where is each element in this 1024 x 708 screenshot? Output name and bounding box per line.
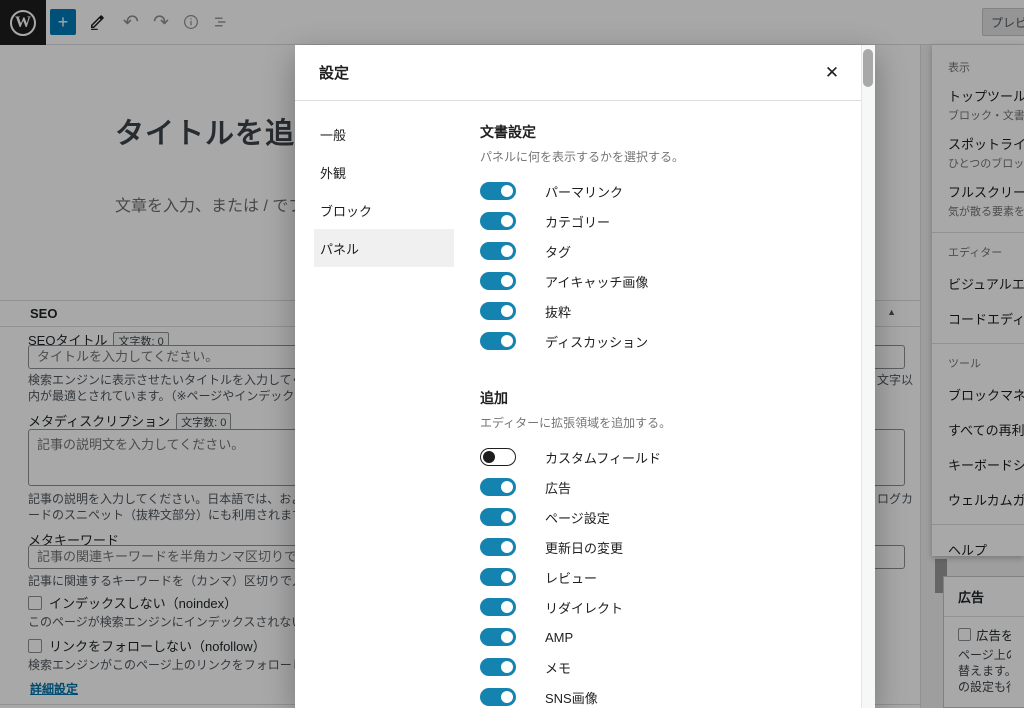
toggle-switch[interactable]	[480, 212, 516, 230]
toggle-switch[interactable]	[480, 478, 516, 496]
toggle-row-tags: タグ	[480, 242, 875, 260]
screen: W + ↶ ↷ プレビ タイトルを追加 文章を入力、または / でブ SEO ▲	[0, 0, 1024, 708]
toggle-switch[interactable]	[480, 272, 516, 290]
toggle-switch[interactable]	[480, 658, 516, 676]
extra-settings-desc: エディターに拡張領域を追加する。	[480, 414, 875, 431]
toggle-row-memo: メモ	[480, 658, 875, 676]
modal-header: 設定 ✕	[295, 45, 875, 101]
toggle-switch[interactable]	[480, 538, 516, 556]
toggle-row-amp: AMP	[480, 628, 875, 646]
preferences-modal: 設定 ✕ 一般 外観 ブロック パネル 文書設定 パネルに何を表示するかを選択す…	[295, 45, 875, 708]
modal-title: 設定	[319, 62, 349, 83]
toggle-switch[interactable]	[480, 628, 516, 646]
toggle-row-ads: 広告	[480, 478, 875, 496]
modal-scrollbar[interactable]	[861, 45, 875, 708]
toggle-switch[interactable]	[480, 598, 516, 616]
toggle-row-featured-image: アイキャッチ画像	[480, 272, 875, 290]
doc-settings-title: 文書設定	[480, 122, 875, 142]
close-icon[interactable]: ✕	[819, 60, 845, 86]
toggle-row-categories: カテゴリー	[480, 212, 875, 230]
toggle-row-discussion: ディスカッション	[480, 332, 875, 350]
toggle-row-excerpt: 抜粋	[480, 302, 875, 320]
toggle-row-permalink: パーマリンク	[480, 182, 875, 200]
toggle-switch[interactable]	[480, 688, 516, 706]
doc-settings-desc: パネルに何を表示するかを選択する。	[480, 148, 875, 165]
toggle-switch[interactable]	[480, 568, 516, 586]
toggle-row-redirect: リダイレクト	[480, 598, 875, 616]
modal-tab-panel[interactable]: パネル	[314, 229, 454, 267]
modal-tab-general[interactable]: 一般	[314, 115, 454, 153]
toggle-switch[interactable]	[480, 332, 516, 350]
toggle-row-page-settings: ページ設定	[480, 508, 875, 526]
toggle-switch[interactable]	[480, 448, 516, 466]
toggle-switch[interactable]	[480, 302, 516, 320]
extra-settings-title: 追加	[480, 388, 875, 408]
toggle-switch[interactable]	[480, 508, 516, 526]
toggle-row-sns-image: SNS画像	[480, 688, 875, 706]
modal-tab-appearance[interactable]: 外観	[314, 153, 454, 191]
toggle-switch[interactable]	[480, 182, 516, 200]
modal-nav: 一般 外観 ブロック パネル	[314, 115, 454, 708]
toggle-row-modified-date: 更新日の変更	[480, 538, 875, 556]
toggle-row-custom-fields: カスタムフィールド	[480, 448, 875, 466]
toggle-row-review: レビュー	[480, 568, 875, 586]
modal-tab-block[interactable]: ブロック	[314, 191, 454, 229]
toggle-switch[interactable]	[480, 242, 516, 260]
modal-scrollbar-thumb[interactable]	[863, 49, 873, 87]
modal-content: 文書設定 パネルに何を表示するかを選択する。 パーマリンク カテゴリー タグ ア…	[454, 115, 875, 708]
